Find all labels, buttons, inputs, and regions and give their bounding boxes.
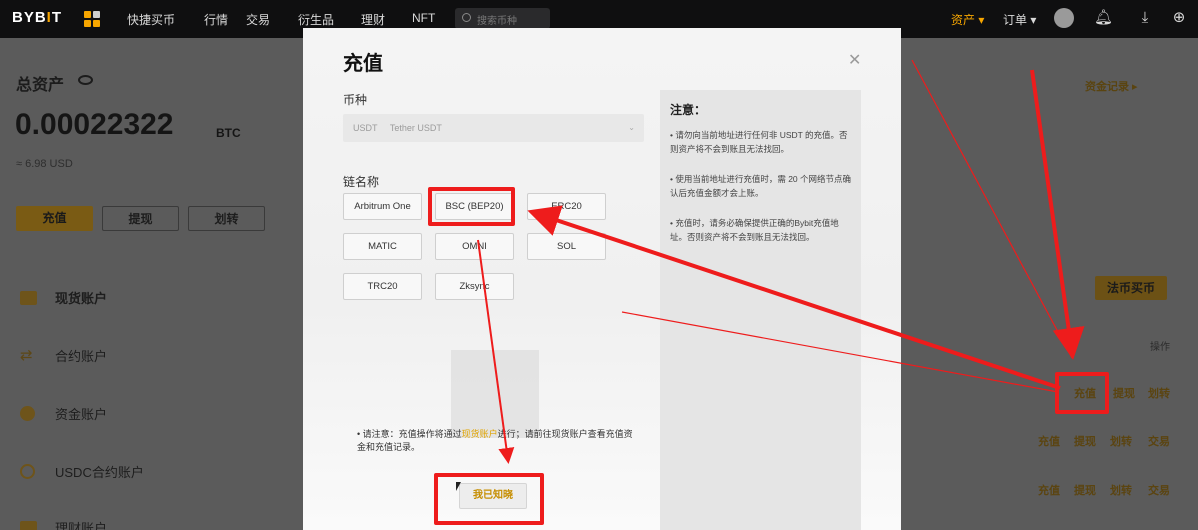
- arrow-to-acknowledge: [477, 239, 515, 464]
- arrow-to-deposit: [1030, 69, 1085, 360]
- thin-arrow-line-2: [621, 311, 1059, 393]
- annotation-arrows: [477, 59, 1085, 464]
- arrow-to-bsc: [527, 205, 1061, 390]
- thin-arrow-line: [911, 59, 1073, 359]
